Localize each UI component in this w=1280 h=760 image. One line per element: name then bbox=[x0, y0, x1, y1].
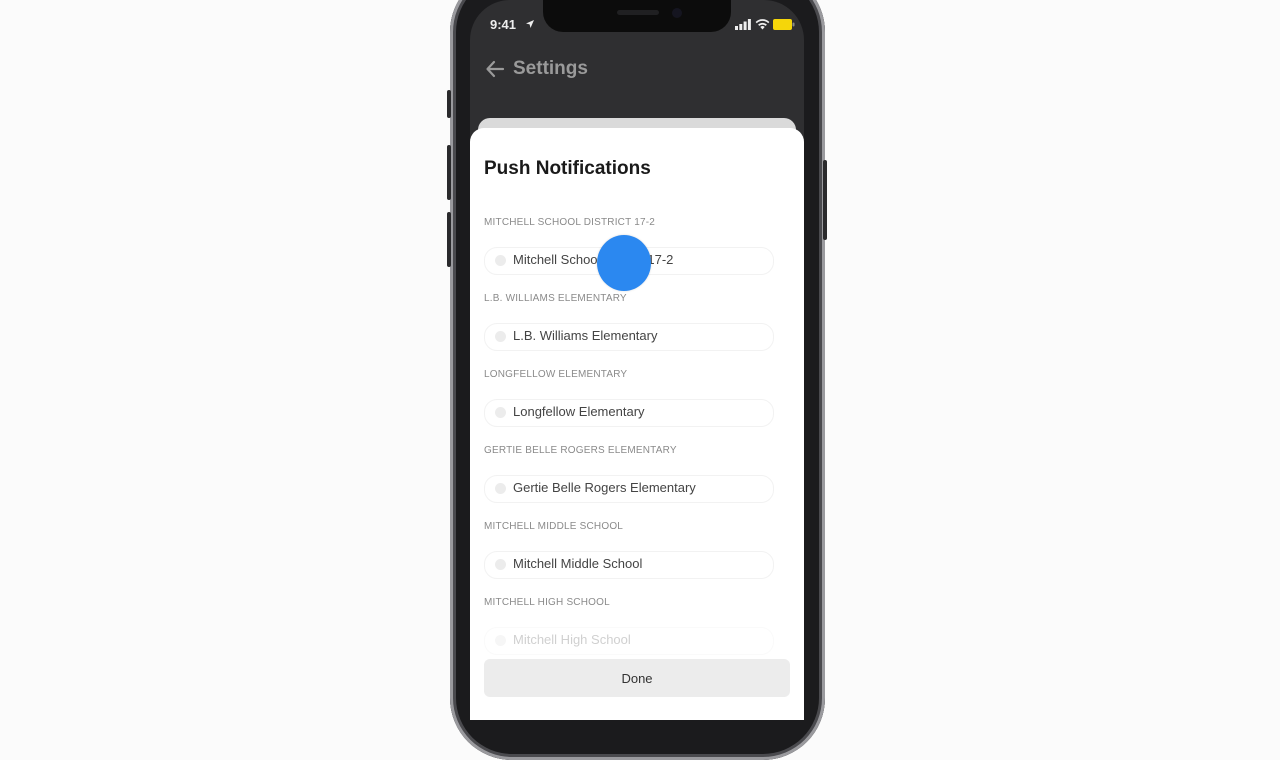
option-label: Mitchell Middle School bbox=[513, 556, 643, 571]
section-label: MITCHELL HIGH SCHOOL bbox=[484, 597, 610, 608]
option-label: L.B. Williams Elementary bbox=[513, 328, 658, 343]
radio-button[interactable] bbox=[495, 635, 506, 646]
front-camera bbox=[672, 8, 682, 18]
phone-volume-down-button bbox=[447, 212, 451, 267]
radio-button[interactable] bbox=[495, 255, 506, 266]
sheet-title: Push Notifications bbox=[484, 158, 651, 179]
option-row-longfellow[interactable]: Longfellow Elementary bbox=[484, 399, 774, 427]
status-time: 9:41 bbox=[490, 17, 517, 32]
done-button[interactable]: Done bbox=[484, 659, 790, 697]
cellular-signal-icon bbox=[735, 19, 751, 30]
wifi-icon bbox=[755, 19, 770, 30]
location-arrow-icon bbox=[526, 20, 534, 28]
phone-side-button bbox=[447, 90, 451, 118]
back-arrow-icon[interactable] bbox=[484, 58, 506, 80]
option-label: Longfellow Elementary bbox=[513, 404, 645, 419]
speaker bbox=[617, 10, 659, 15]
option-row-gertie-belle-rogers[interactable]: Gertie Belle Rogers Elementary bbox=[484, 475, 774, 503]
section-label: LONGFELLOW ELEMENTARY bbox=[484, 369, 628, 380]
section-label: MITCHELL MIDDLE SCHOOL bbox=[484, 521, 624, 532]
option-row-high-school[interactable]: Mitchell High School bbox=[484, 627, 774, 655]
radio-button[interactable] bbox=[495, 407, 506, 418]
option-row-middle-school[interactable]: Mitchell Middle School bbox=[484, 551, 774, 579]
radio-button[interactable] bbox=[495, 559, 506, 570]
phone-volume-up-button bbox=[447, 145, 451, 200]
option-label: Mitchell High School bbox=[513, 632, 631, 647]
touch-indicator bbox=[597, 235, 651, 291]
section-label: GERTIE BELLE ROGERS ELEMENTARY bbox=[484, 445, 677, 456]
radio-button[interactable] bbox=[495, 483, 506, 494]
battery-icon bbox=[773, 19, 795, 30]
phone-power-button bbox=[823, 160, 827, 240]
done-button-label: Done bbox=[621, 670, 653, 686]
option-row-lb-williams[interactable]: L.B. Williams Elementary bbox=[484, 323, 774, 351]
section-label: L.B. WILLIAMS ELEMENTARY bbox=[484, 293, 627, 304]
page-title: Settings bbox=[513, 58, 588, 79]
radio-button[interactable] bbox=[495, 331, 506, 342]
section-label: MITCHELL SCHOOL DISTRICT 17-2 bbox=[484, 217, 656, 228]
option-label: Gertie Belle Rogers Elementary bbox=[513, 480, 696, 495]
notch bbox=[543, 0, 731, 32]
